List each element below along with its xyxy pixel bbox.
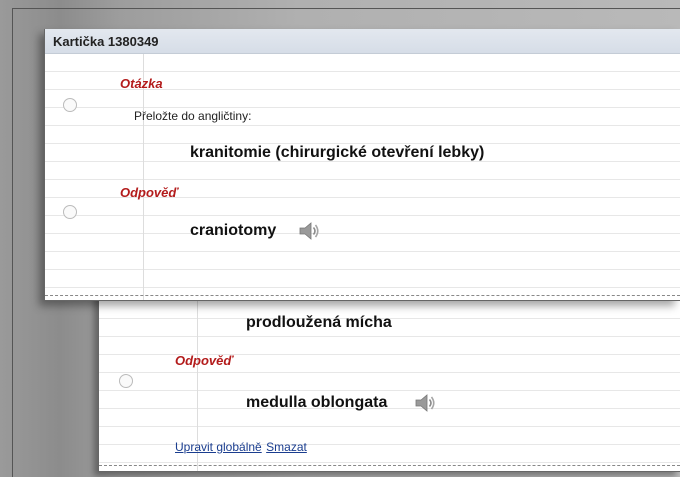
punch-hole — [63, 205, 77, 219]
question-term: kranitomie (chirurgické otevření lebky) — [190, 144, 485, 161]
answer-label: Odpověď — [120, 185, 179, 200]
card-header: Kartička 1380349 — [45, 29, 680, 54]
back-card-actions: Upravit globálně Smazat — [175, 438, 307, 456]
punch-hole — [119, 374, 133, 388]
back-card-answer-term: medulla oblongata — [246, 394, 388, 411]
speaker-icon[interactable] — [298, 220, 322, 242]
edit-global-link[interactable]: Upravit globálně — [175, 440, 262, 454]
delete-link[interactable]: Smazat — [266, 440, 307, 454]
question-label: Otázka — [120, 76, 163, 91]
instruction-text: Přeložte do angličtiny: — [134, 109, 252, 123]
answer-term: craniotomy — [190, 222, 277, 239]
back-card-answer-label: Odpověď — [175, 353, 234, 368]
punch-hole — [63, 98, 77, 112]
front-card: Kartička 1380349 Otázka Přeložte do angl… — [44, 29, 680, 301]
back-card-question-term: prodloužená mícha — [246, 314, 392, 331]
card-title: Kartička 1380349 — [53, 34, 159, 49]
speaker-icon[interactable] — [414, 392, 438, 414]
card-dashed-edge — [99, 465, 680, 466]
card-dashed-edge — [45, 295, 680, 296]
